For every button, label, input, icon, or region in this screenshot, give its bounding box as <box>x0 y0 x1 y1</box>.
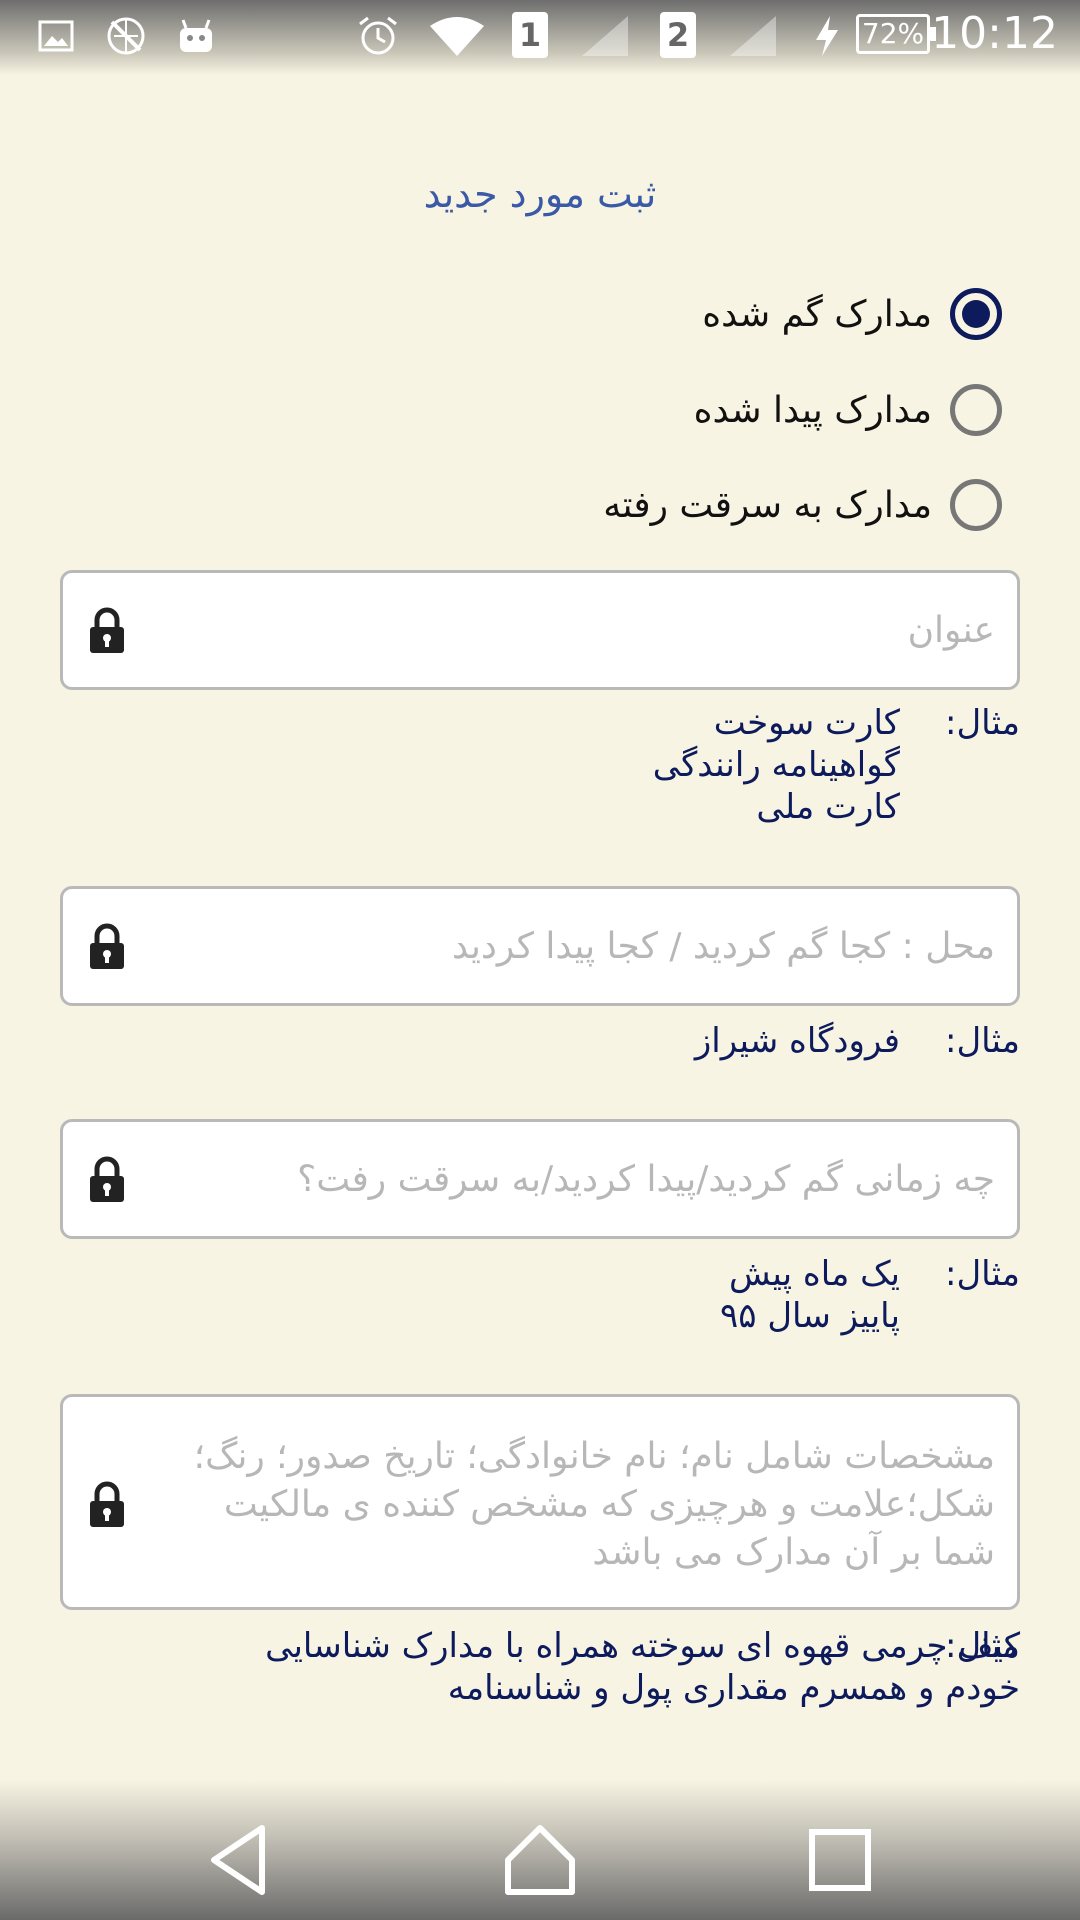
title-placeholder: عنوان <box>907 610 995 651</box>
location-placeholder: محل : کجا گم کردید / کجا پیدا کردید <box>451 926 995 967</box>
charging-icon <box>812 14 842 58</box>
example-label: مثال: <box>945 1021 1020 1061</box>
example-label: مثال: <box>945 1254 1020 1294</box>
time-placeholder: چه زمانی گم کردید/پیدا کردید/به سرقت رفت… <box>297 1159 995 1200</box>
radio-found-documents[interactable]: مدارک پیدا شده <box>694 378 1002 442</box>
battery-icon: 72% <box>856 14 936 54</box>
alarm-icon <box>356 14 400 58</box>
lock-icon <box>90 923 124 969</box>
example-text: کیف چرمی قهوه ای سوخته همراه با مدارک شن… <box>265 1626 1020 1708</box>
radio-button-checked[interactable] <box>950 288 1002 340</box>
radio-label: مدارک به سرقت رفته <box>603 484 932 526</box>
recents-icon[interactable] <box>800 1820 880 1900</box>
location-input[interactable]: محل : کجا گم کردید / کجا پیدا کردید <box>60 886 1020 1006</box>
navigation-bar <box>0 1780 1080 1920</box>
sim2-icon: 2 <box>660 12 696 58</box>
radio-button[interactable] <box>950 384 1002 436</box>
description-input[interactable]: مشخصات شامل نام؛ نام خانوادگی؛ تاریخ صدو… <box>60 1394 1020 1610</box>
gallery-icon <box>36 14 76 58</box>
android-icon <box>176 14 216 58</box>
status-bar: 1 2 72% 10:12 <box>0 0 1080 75</box>
example-title: مثال: کارت سوخت گواهینامه رانندگی کارت م… <box>653 702 1020 828</box>
example-description: مثال: کیف چرمی قهوه ای سوخته همراه با مد… <box>100 1625 1020 1709</box>
signal-icon <box>728 14 778 58</box>
wifi-icon <box>428 14 486 58</box>
example-time: مثال: یک ماه پیش پاییز سال ۹۵ <box>720 1253 1020 1337</box>
back-icon[interactable] <box>200 1820 280 1900</box>
radio-label: مدارک گم شده <box>702 293 932 335</box>
description-placeholder: مشخصات شامل نام؛ نام خانوادگی؛ تاریخ صدو… <box>193 1436 995 1573</box>
sim1-icon: 1 <box>512 12 548 58</box>
no-sync-icon <box>104 14 148 58</box>
lock-icon <box>90 1156 124 1202</box>
radio-label: مدارک پیدا شده <box>693 389 932 431</box>
time-input[interactable]: چه زمانی گم کردید/پیدا کردید/به سرقت رفت… <box>60 1119 1020 1239</box>
example-label: مثال: <box>945 1626 1020 1666</box>
example-text: کارت سوخت گواهینامه رانندگی کارت ملی <box>652 703 900 827</box>
radio-button[interactable] <box>950 479 1002 531</box>
title-input[interactable]: عنوان <box>60 570 1020 690</box>
example-text: فرودگاه شیراز <box>694 1021 900 1061</box>
lock-icon <box>90 607 124 653</box>
example-location: مثال: فرودگاه شیراز <box>695 1020 1020 1062</box>
example-text: یک ماه پیش پاییز سال ۹۵ <box>719 1254 900 1336</box>
clock: 10:12 <box>931 8 1058 59</box>
radio-lost-documents[interactable]: مدارک گم شده <box>702 282 1002 346</box>
home-icon[interactable] <box>500 1820 580 1900</box>
radio-stolen-documents[interactable]: مدارک به سرقت رفته <box>603 473 1002 537</box>
signal-icon <box>580 14 630 58</box>
example-label: مثال: <box>945 703 1020 743</box>
lock-icon <box>90 1481 124 1527</box>
page-title: ثبت مورد جدید <box>423 172 657 216</box>
